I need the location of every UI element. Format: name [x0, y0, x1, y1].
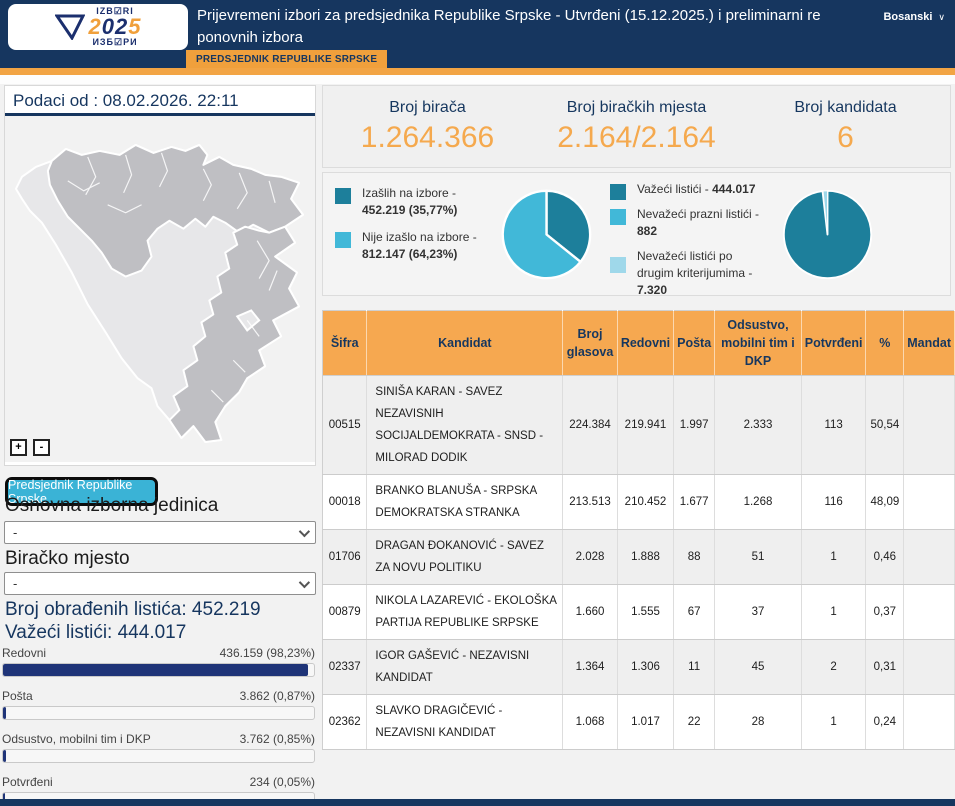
map-panel: Podaci od : 08.02.2026. 22:11 + - — [4, 85, 316, 466]
accent-bar — [0, 68, 955, 75]
map-zoom-in-button[interactable]: + — [10, 439, 27, 456]
table-header-row: Šifra Kandidat Broj glasova Redovni Pošt… — [323, 311, 955, 376]
tab-predsjednik-republike-srpske[interactable]: PREDSJEDNIK REPUBLIKE SRPSKE — [186, 50, 387, 68]
ballots-legend: Važeći listići - 444.017 Nevažeći prazni… — [610, 181, 770, 309]
stat-broj-biraca: Broj birača 1.264.366 — [323, 86, 532, 167]
column-header-kandidat: Kandidat — [367, 311, 563, 376]
filter-label-biracko-mjesto: Biračko mjesto — [5, 548, 130, 570]
results-table: Šifra Kandidat Broj glasova Redovni Pošt… — [322, 310, 955, 750]
legend-item-izaslih: Izašlih na izbore - 452.219 (35,77%) — [335, 185, 493, 219]
footer-bar — [0, 799, 955, 806]
legend-swatch-mid-teal — [335, 232, 351, 248]
data-timestamp: Podaci od : 08.02.2026. 22:11 — [5, 86, 315, 116]
progress-odsustvo: Odsustvo, mobilni tim i DKP3.762 (0,85%) — [2, 732, 315, 763]
logo-year: 2025 — [89, 16, 142, 38]
table-row: 02337IGOR GAŠEVIĆ - NEZAVISNI KANDIDAT 1… — [323, 640, 955, 695]
processed-ballots-text: Broj obrađenih listića: 452.219 — [5, 599, 261, 621]
legend-item-nevazeci-drugi: Nevažeći listići po drugim kriterijumima… — [610, 248, 770, 299]
ballots-pie-chart — [780, 187, 875, 282]
column-header-odsustvo: Odsustvo, mobilni tim i DKP — [715, 311, 802, 376]
column-header-redovni: Redovni — [617, 311, 673, 376]
legend-item-nevazeci-prazni: Nevažeći prazni listići - 882 — [610, 206, 770, 240]
turnout-legend: Izašlih na izbore - 452.219 (35,77%) Nij… — [335, 185, 493, 273]
language-selector[interactable]: Bosanski ∨ — [883, 11, 945, 23]
column-header-sifra: Šifra — [323, 311, 367, 376]
pie-charts-panel: Izašlih na izbore - 452.219 (35,77%) Nij… — [322, 172, 951, 296]
progress-posta: Pošta3.862 (0,87%) — [2, 689, 315, 720]
table-row: 00515SINIŠA KARAN - SAVEZ NEZAVISNIH SOC… — [323, 376, 955, 475]
legend-swatch-dark-teal — [610, 184, 626, 200]
biracko-mjesto-select[interactable]: - — [4, 572, 316, 595]
osnovna-izborna-jedinica-select[interactable]: - — [4, 521, 316, 544]
legend-swatch-mid-teal — [610, 209, 626, 225]
chevron-down-icon: ∨ — [938, 12, 945, 23]
stat-broj-birackih-mjesta: Broj biračkih mjesta 2.164/2.164 — [532, 86, 741, 167]
turnout-pie-chart — [499, 187, 594, 282]
logo-text-bottom: ИЗБ☑РИ — [92, 38, 137, 47]
table-row: 01706DRAGAN ĐOKANOVIĆ - SAVEZ ZA NOVU PO… — [323, 530, 955, 585]
legend-swatch-pale-teal — [610, 257, 626, 273]
column-header-potvrdjeni: Potvrđeni — [801, 311, 866, 376]
stat-broj-kandidata: Broj kandidata 6 — [741, 86, 950, 167]
chevron-down-icon — [299, 525, 310, 536]
valid-ballots-text: Važeći listići: 444.017 — [5, 622, 186, 644]
app-header: IZB☑RI 2025 ИЗБ☑РИ Prijevremeni izbori z… — [0, 0, 955, 68]
table-row: 02362SLAVKO DRAGIČEVIĆ - NEZAVISNI KANDI… — [323, 695, 955, 750]
izbori-2025-logo: IZB☑RI 2025 ИЗБ☑РИ — [8, 4, 188, 50]
progress-redovni: Redovni436.159 (98,23%) — [2, 646, 315, 677]
bosnia-map-svg — [8, 120, 312, 456]
legend-item-vazeci: Važeći listići - 444.017 — [610, 181, 770, 198]
legend-swatch-dark-teal — [335, 188, 351, 204]
summary-stats-panel: Broj birača 1.264.366 Broj biračkih mjes… — [322, 85, 951, 168]
map-zoom-out-button[interactable]: - — [33, 439, 50, 456]
column-header-posta: Pošta — [674, 311, 715, 376]
column-header-percent: % — [866, 311, 904, 376]
filter-label-osnovna-izborna-jedinica: Osnovna izborna jedinica — [5, 495, 218, 517]
table-row: 00018BRANKO BLANUŠA - SRPSKA DEMOKRATSKA… — [323, 475, 955, 530]
page-title: Prijevremeni izbori za predsjednika Repu… — [197, 5, 837, 49]
legend-item-nije-izaslo: Nije izašlo na izbore - 812.147 (64,23%) — [335, 229, 493, 263]
chevron-down-icon — [299, 576, 310, 587]
spacer-strip — [0, 75, 955, 84]
logo-triangle-icon — [55, 14, 85, 40]
bosnia-map[interactable]: + - — [5, 116, 315, 462]
column-header-broj-glasova: Broj glasova — [563, 311, 618, 376]
column-header-mandat: Mandat — [904, 311, 955, 376]
table-row: 00879NIKOLA LAZAREVIĆ - EKOLOŠKA PARTIJA… — [323, 585, 955, 640]
